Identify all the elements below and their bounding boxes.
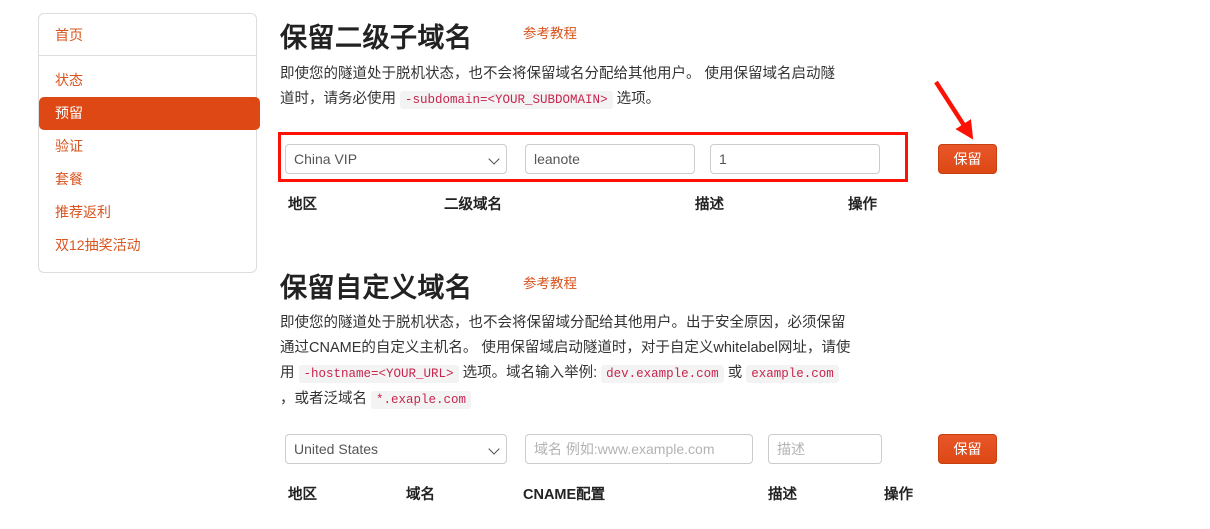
subdomain-th-description: 描述 (695, 197, 724, 213)
subdomain-name-input[interactable] (525, 144, 695, 174)
sidebar-item-plans-label: 套餐 (55, 171, 83, 187)
custom-domain-th-actions: 操作 (884, 487, 913, 503)
sidebar-item-referral[interactable]: 推荐返利 (39, 196, 256, 229)
subdomain-description-part2: 选项。 (616, 91, 661, 107)
subdomain-save-button[interactable]: 保留 (938, 144, 997, 174)
sidebar-item-status-label: 状态 (55, 72, 83, 88)
custom-domain-save-button[interactable]: 保留 (938, 434, 997, 464)
sidebar-item-home[interactable]: 首页 (39, 14, 256, 56)
sidebar-item-status[interactable]: 状态 (39, 64, 256, 97)
subdomain-tutorial-link[interactable]: 参考教程 (523, 22, 577, 42)
custom-domain-form-row: United States 保留 (280, 434, 1200, 466)
custom-domain-description-input[interactable] (768, 434, 882, 464)
subdomain-section-title: 保留二级子域名 (280, 23, 473, 53)
subdomain-form-row: China VIP 保留 (280, 144, 1200, 176)
subdomain-th-subdomain: 二级域名 (444, 197, 502, 213)
custom-domain-description-or: 或 (727, 365, 743, 381)
subdomain-th-actions: 操作 (848, 197, 877, 213)
subdomain-code-option: -subdomain=<YOUR_SUBDOMAIN> (400, 91, 613, 109)
custom-domain-th-cname: CNAME配置 (523, 487, 606, 503)
custom-domain-name-input[interactable] (525, 434, 753, 464)
subdomain-description-input[interactable] (710, 144, 880, 174)
custom-domain-th-domain: 域名 (406, 487, 435, 503)
sidebar-item-plans[interactable]: 套餐 (39, 163, 256, 196)
subdomain-description: 即使您的隧道处于脱机状态，也不会将保留域名分配给其他用户。 使用保留域名启动隧道… (280, 62, 848, 113)
sidebar-item-lottery[interactable]: 双12抽奖活动 (39, 229, 256, 262)
custom-domain-section-header: 保留自定义域名 参考教程 (280, 266, 1200, 305)
sidebar-item-referral-label: 推荐返利 (55, 204, 111, 220)
sidebar-item-reserved[interactable]: 预留 (39, 97, 260, 130)
sidebar-item-home-label: 首页 (55, 27, 83, 43)
sidebar-item-verify-label: 验证 (55, 138, 83, 154)
sidebar-nav-card: 首页 状态 预留 验证 套餐 推荐返利 双12抽奖活动 (38, 13, 260, 273)
custom-domain-description-part3: ，或者泛域名 (280, 391, 367, 407)
custom-domain-code-wildcard: *.exaple.com (371, 391, 472, 409)
sidebar-item-verify[interactable]: 验证 (39, 130, 256, 163)
custom-domain-th-region: 地区 (288, 487, 317, 503)
subdomain-section-header: 保留二级子域名 参考教程 (280, 16, 1200, 55)
sidebar-item-lottery-label: 双12抽奖活动 (55, 237, 141, 253)
custom-domain-description-part2: 选项。域名输入举例: (462, 365, 598, 381)
custom-domain-code-example: example.com (746, 365, 839, 383)
subdomain-th-region: 地区 (288, 197, 317, 213)
custom-domain-th-description: 描述 (768, 487, 797, 503)
subdomain-region-select[interactable]: China VIP (285, 144, 507, 174)
subdomain-table-header: 地区 二级域名 描述 操作 (280, 193, 1200, 215)
custom-domain-tutorial-link[interactable]: 参考教程 (523, 272, 577, 292)
custom-domain-code-hostname: -hostname=<YOUR_URL> (298, 365, 459, 383)
custom-domain-code-dev-example: dev.example.com (601, 365, 724, 383)
custom-domain-table-header: 地区 域名 CNAME配置 描述 操作 (280, 483, 1200, 505)
custom-domain-section-title: 保留自定义域名 (280, 273, 473, 303)
custom-domain-description: 即使您的隧道处于脱机状态，也不会将保留域分配给其他用户。出于安全原因，必须保留通… (280, 311, 856, 413)
sidebar-item-list: 状态 预留 验证 套餐 推荐返利 双12抽奖活动 (39, 56, 260, 272)
custom-domain-region-select[interactable]: United States (285, 434, 507, 464)
sidebar-item-reserved-label: 预留 (55, 105, 83, 121)
